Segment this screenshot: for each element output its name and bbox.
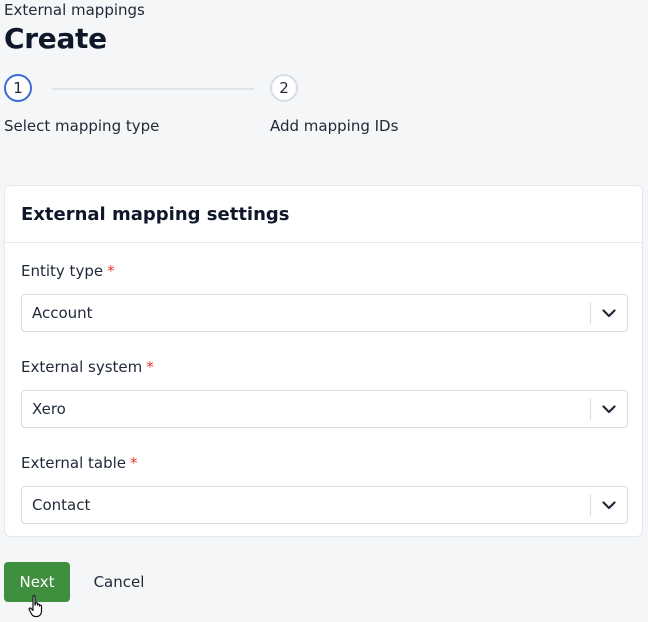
external-system-field: External system * Xero	[21, 358, 628, 428]
required-indicator: *	[130, 454, 138, 472]
external-system-label: External system *	[21, 358, 628, 378]
step-1-indicator[interactable]: 1	[4, 74, 32, 102]
step-1-number: 1	[13, 79, 23, 97]
external-table-label: External table *	[21, 454, 628, 474]
external-table-field: External table * Contact	[21, 454, 628, 524]
chevron-down-icon[interactable]	[591, 391, 627, 427]
entity-type-field: Entity type * Account	[21, 262, 628, 332]
entity-type-label: Entity type *	[21, 262, 628, 282]
card-title: External mapping settings	[5, 186, 642, 243]
external-system-value: Xero	[32, 400, 66, 418]
step-2-indicator[interactable]: 2	[270, 74, 298, 102]
chevron-down-icon[interactable]	[591, 487, 627, 523]
stepper: 1 2 Select mapping type Add mapping IDs	[0, 72, 648, 142]
page-title: Create	[4, 22, 107, 55]
entity-type-select[interactable]: Account	[21, 294, 628, 332]
entity-type-value: Account	[32, 304, 93, 322]
step-2-number: 2	[279, 79, 289, 97]
hand-pointer-icon	[28, 594, 46, 622]
step-2-label: Add mapping IDs	[270, 117, 399, 135]
external-table-select[interactable]: Contact	[21, 486, 628, 524]
required-indicator: *	[107, 262, 115, 280]
external-system-label-text: External system	[21, 358, 143, 376]
external-table-value: Contact	[32, 496, 91, 514]
step-1-label: Select mapping type	[4, 117, 160, 135]
chevron-down-icon[interactable]	[591, 295, 627, 331]
required-indicator: *	[146, 358, 154, 376]
breadcrumb[interactable]: External mappings	[4, 1, 145, 19]
cancel-button[interactable]: Cancel	[84, 562, 154, 602]
settings-card: External mapping settings Entity type * A…	[4, 185, 643, 537]
step-connector	[52, 88, 254, 90]
external-system-select[interactable]: Xero	[21, 390, 628, 428]
external-table-label-text: External table	[21, 454, 126, 472]
entity-type-label-text: Entity type	[21, 262, 104, 280]
